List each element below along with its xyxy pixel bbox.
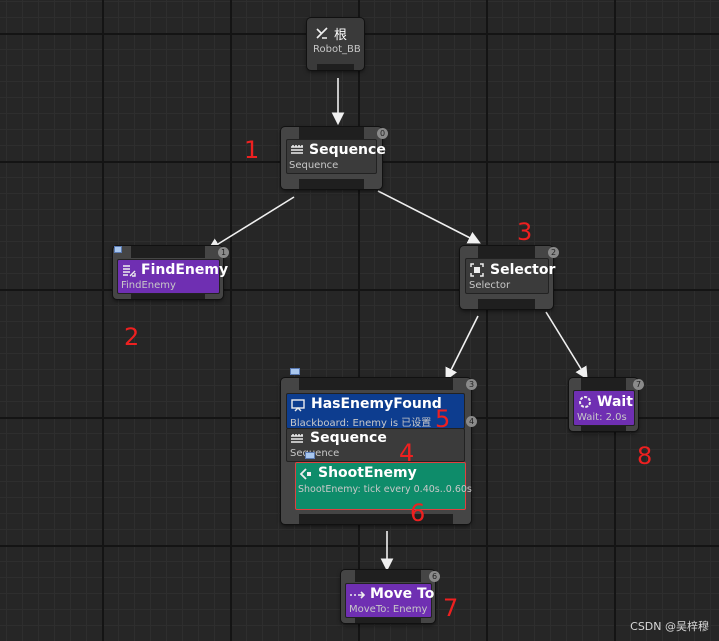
annotation-1: 1: [244, 136, 260, 164]
wait-title: Wait: [597, 394, 633, 410]
sequence-node-main[interactable]: Sequence Sequence 0: [281, 127, 388, 189]
execution-index-badge: 3: [466, 379, 477, 390]
sequence-icon: [291, 145, 303, 154]
root-subtitle: Robot_BB: [313, 44, 361, 55]
execution-index-badge: 2: [548, 247, 559, 258]
wait-subtitle: Wait: 2.0s: [577, 412, 627, 423]
selector-subtitle: Selector: [469, 280, 511, 291]
findenemy-subtitle: FindEnemy: [121, 280, 176, 291]
sequence-node-composite[interactable]: HasEnemyFound Blackboard: Enemy is 已设置 3…: [281, 368, 477, 524]
execution-index-badge: 7: [633, 379, 644, 390]
selector-to-wait-arrow: [545, 311, 588, 380]
root-node[interactable]: 根 Robot_BB: [307, 18, 364, 70]
sequence-main-subtitle: Sequence: [289, 160, 339, 171]
findenemy-title: FindEnemy: [141, 262, 229, 278]
root-title: 根: [334, 28, 348, 43]
selector-to-sequence-arrow: [445, 315, 479, 381]
shootenemy-service[interactable]: ShootEnemy ShootEnemy: tick every 0.40s.…: [295, 462, 472, 510]
connection-arrows: [207, 78, 588, 572]
moveto-subtitle: MoveTo: Enemy: [349, 604, 428, 615]
annotation-5: 5: [435, 405, 451, 433]
annotation-6: 6: [410, 499, 426, 527]
breakpoint-flag-icon: [114, 246, 122, 253]
annotation-4: 4: [399, 439, 415, 467]
sequence-to-findenemy-arrow: [207, 196, 295, 251]
comment-flag-icon: [290, 368, 300, 375]
annotation-3: 3: [517, 218, 533, 246]
watermark: CSDN @吴梓穆: [630, 620, 709, 633]
sequence-icon: [291, 434, 303, 443]
service-flag-icon: [305, 452, 315, 459]
execution-index-badge: 4: [466, 416, 477, 427]
execution-index-badge: 6: [429, 571, 440, 582]
selector-icon: [470, 263, 484, 277]
blackboard-decorator-icon: [291, 399, 305, 412]
wait-icon: [579, 396, 591, 408]
shootenemy-subtitle: ShootEnemy: tick every 0.40s..0.60s: [298, 484, 472, 495]
shootenemy-title: ShootEnemy: [318, 465, 417, 481]
task-icon: [123, 265, 136, 277]
execution-index-badge: 1: [218, 247, 229, 258]
moveto-node[interactable]: Move To MoveTo: Enemy 6: [341, 570, 440, 623]
inner-sequence-title: Sequence: [310, 430, 387, 446]
execution-index-badge: 0: [377, 128, 388, 139]
annotation-2: 2: [124, 323, 140, 351]
moveto-title: Move To: [370, 586, 435, 602]
hasenemyfound-subtitle: Blackboard: Enemy is 已设置: [290, 418, 432, 429]
annotation-7: 7: [443, 594, 459, 622]
findenemy-node[interactable]: FindEnemy FindEnemy 1: [113, 246, 229, 299]
hasenemyfound-title: HasEnemyFound: [311, 396, 442, 412]
service-icon: [299, 468, 311, 480]
blackboard-tree-icon: [316, 27, 328, 39]
selector-node[interactable]: Selector Selector 2: [460, 246, 559, 309]
wait-node[interactable]: Wait Wait: 2.0s 7: [569, 378, 644, 431]
selector-title: Selector: [490, 262, 556, 278]
annotation-8: 8: [637, 442, 653, 470]
sequence-main-title: Sequence: [309, 142, 386, 158]
sequence-to-selector-arrow: [377, 190, 481, 244]
move-arrow-icon: [350, 591, 366, 599]
